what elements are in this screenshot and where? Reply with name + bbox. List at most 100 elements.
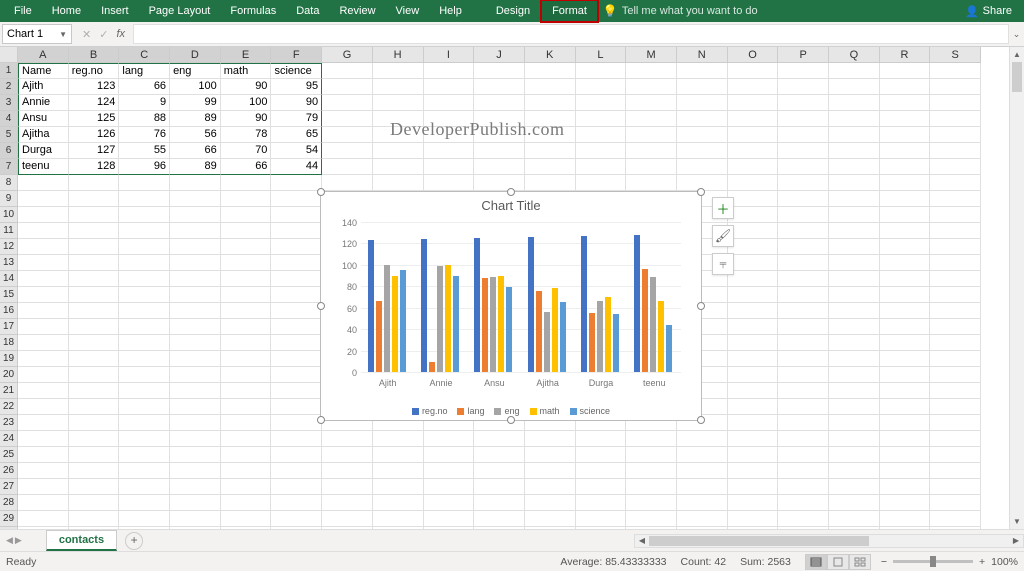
bar[interactable]: [445, 265, 451, 372]
cell[interactable]: [576, 463, 627, 479]
cell[interactable]: [322, 447, 373, 463]
cell[interactable]: 76: [119, 127, 170, 143]
cell[interactable]: [18, 367, 69, 383]
cell[interactable]: [930, 63, 981, 79]
cell[interactable]: [119, 399, 170, 415]
cell[interactable]: [778, 159, 829, 175]
cell[interactable]: [170, 367, 221, 383]
row-header[interactable]: 1: [0, 63, 18, 79]
cell[interactable]: [69, 511, 120, 527]
cell[interactable]: 9: [119, 95, 170, 111]
column-header[interactable]: M: [626, 47, 677, 63]
view-page-layout-button[interactable]: [827, 554, 849, 570]
cell[interactable]: Ajith: [18, 79, 69, 95]
row-header[interactable]: 13: [0, 255, 18, 271]
tab-view[interactable]: View: [386, 1, 430, 21]
cell[interactable]: 99: [170, 95, 221, 111]
tab-page-layout[interactable]: Page Layout: [139, 1, 221, 21]
cell[interactable]: [930, 287, 981, 303]
cell[interactable]: [18, 527, 69, 529]
cell[interactable]: [18, 239, 69, 255]
cell[interactable]: [778, 319, 829, 335]
cell[interactable]: [525, 95, 576, 111]
cell[interactable]: [373, 63, 424, 79]
scroll-left-icon[interactable]: ◀: [635, 536, 649, 545]
cell[interactable]: [930, 463, 981, 479]
cell[interactable]: [18, 415, 69, 431]
bar-group[interactable]: [474, 238, 512, 372]
cell[interactable]: teenu: [18, 159, 69, 175]
cell[interactable]: [119, 351, 170, 367]
cell[interactable]: [930, 415, 981, 431]
cell[interactable]: [18, 447, 69, 463]
cell[interactable]: [880, 495, 931, 511]
cell[interactable]: [170, 303, 221, 319]
cell[interactable]: [322, 95, 373, 111]
cell[interactable]: [525, 79, 576, 95]
cell[interactable]: [373, 175, 424, 191]
cell[interactable]: [69, 239, 120, 255]
cell[interactable]: [829, 79, 880, 95]
cell[interactable]: [424, 431, 475, 447]
cell[interactable]: [930, 351, 981, 367]
cell[interactable]: [373, 95, 424, 111]
cell[interactable]: [829, 351, 880, 367]
bar-group[interactable]: [634, 235, 672, 372]
cell[interactable]: [829, 335, 880, 351]
cell[interactable]: 100: [221, 95, 272, 111]
cell[interactable]: [930, 335, 981, 351]
cell[interactable]: [474, 527, 525, 529]
cell[interactable]: [728, 479, 779, 495]
cell[interactable]: [829, 463, 880, 479]
cell[interactable]: [322, 159, 373, 175]
cell[interactable]: [373, 495, 424, 511]
cell[interactable]: [829, 319, 880, 335]
cell[interactable]: [69, 207, 120, 223]
bar[interactable]: [474, 238, 480, 372]
cell[interactable]: [525, 447, 576, 463]
cell[interactable]: [778, 287, 829, 303]
cell[interactable]: [474, 143, 525, 159]
tab-data[interactable]: Data: [286, 1, 329, 21]
expand-formula-icon[interactable]: ⌄: [1009, 29, 1024, 40]
cell[interactable]: [728, 63, 779, 79]
cell[interactable]: [170, 447, 221, 463]
zoom-level[interactable]: 100%: [991, 556, 1018, 568]
cell[interactable]: [525, 463, 576, 479]
cell[interactable]: reg.no: [69, 63, 120, 79]
cell[interactable]: [119, 527, 170, 529]
cell[interactable]: [18, 255, 69, 271]
cell[interactable]: [373, 527, 424, 529]
bar[interactable]: [368, 240, 374, 372]
view-normal-button[interactable]: [805, 554, 827, 570]
cell[interactable]: [880, 175, 931, 191]
cell[interactable]: [880, 95, 931, 111]
cell[interactable]: [778, 175, 829, 191]
cell[interactable]: [271, 431, 322, 447]
cell[interactable]: [728, 399, 779, 415]
cell[interactable]: [322, 63, 373, 79]
cell[interactable]: [119, 447, 170, 463]
bar[interactable]: [605, 297, 611, 372]
cell[interactable]: [474, 463, 525, 479]
cell[interactable]: [930, 143, 981, 159]
row-header[interactable]: 8: [0, 175, 18, 191]
cell[interactable]: 66: [170, 143, 221, 159]
cell[interactable]: [626, 527, 677, 529]
bar[interactable]: [544, 312, 550, 372]
cell[interactable]: 123: [69, 79, 120, 95]
tab-help[interactable]: Help: [429, 1, 472, 21]
cell[interactable]: [424, 447, 475, 463]
cell[interactable]: [221, 175, 272, 191]
cell[interactable]: [829, 383, 880, 399]
cell[interactable]: [728, 239, 779, 255]
cell[interactable]: [829, 287, 880, 303]
bar[interactable]: [552, 288, 558, 372]
sheet-nav-next-icon[interactable]: ▶: [15, 535, 22, 546]
column-header[interactable]: B: [69, 47, 120, 63]
bar[interactable]: [437, 266, 443, 372]
cell[interactable]: [525, 495, 576, 511]
cell[interactable]: [271, 191, 322, 207]
cell[interactable]: Name: [18, 63, 69, 79]
cell[interactable]: [69, 527, 120, 529]
